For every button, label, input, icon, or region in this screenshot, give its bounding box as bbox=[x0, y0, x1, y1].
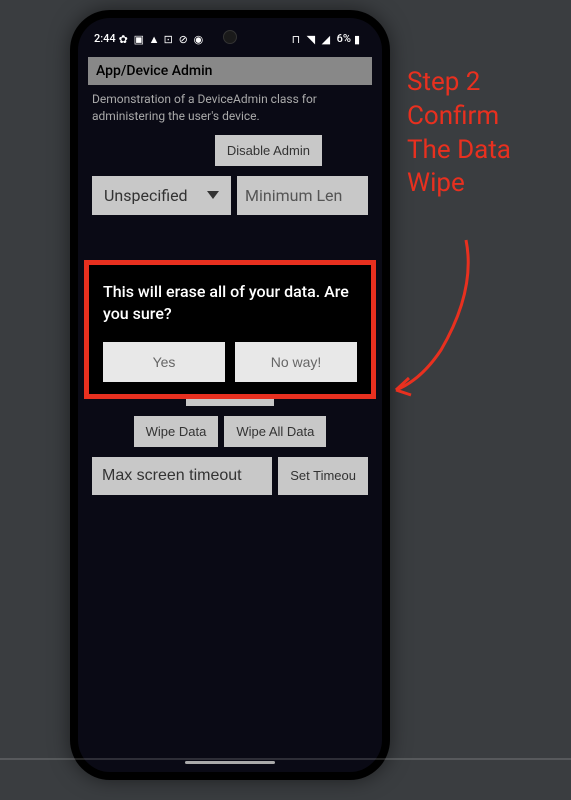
video-progress-line bbox=[0, 758, 571, 760]
annotation-arrow-icon bbox=[381, 230, 481, 410]
page-header: App/Device Admin bbox=[88, 57, 372, 85]
settings-icon: ✿ bbox=[119, 33, 131, 45]
annotation-line-2: Confirm bbox=[407, 100, 567, 134]
battery-percent: 6% bbox=[337, 32, 351, 45]
bluetooth-icon: ⊓ bbox=[292, 33, 304, 45]
shield-icon: ◉ bbox=[194, 33, 206, 45]
dialog-message: This will erase all of your data. Are yo… bbox=[103, 281, 357, 324]
annotation-highlight: This will erase all of your data. Are yo… bbox=[84, 260, 376, 399]
min-length-input[interactable]: Minimum Len bbox=[237, 176, 368, 215]
phone-screen: 2:44 ✿ ▣ ▲ ⊡ ⊘ ◉ ⊓ ◥ ◢ 6% ▮ App/Device A… bbox=[78, 18, 382, 772]
wipe-data-button[interactable]: Wipe Data bbox=[134, 416, 219, 447]
battery-icon: ▮ bbox=[354, 33, 366, 45]
signal-icon: ◢ bbox=[322, 33, 334, 45]
confirm-dialog-overlay: This will erase all of your data. Are yo… bbox=[78, 260, 382, 399]
annotation-text: Step 2 Confirm The Data Wipe bbox=[407, 66, 567, 201]
no-signal-icon: ⊘ bbox=[179, 33, 191, 45]
max-timeout-button[interactable]: Max screen timeout bbox=[92, 457, 272, 495]
wifi-icon: ◥ bbox=[307, 33, 319, 45]
confirm-dialog: This will erase all of your data. Are yo… bbox=[89, 265, 371, 394]
dropdown-value: Unspecified bbox=[104, 186, 188, 205]
phone-frame: 2:44 ✿ ▣ ▲ ⊡ ⊘ ◉ ⊓ ◥ ◢ 6% ▮ App/Device A… bbox=[70, 10, 390, 780]
disable-admin-button[interactable]: Disable Admin bbox=[215, 135, 322, 166]
data-icon: ⊡ bbox=[164, 33, 176, 45]
annotation-line-4: Wipe bbox=[407, 167, 567, 201]
camera-notch bbox=[223, 30, 237, 44]
notification-icon: ▣ bbox=[134, 33, 146, 45]
status-time: 2:44 bbox=[94, 32, 116, 45]
chevron-down-icon bbox=[207, 191, 219, 199]
warning-icon: ▲ bbox=[149, 33, 161, 45]
home-indicator[interactable] bbox=[185, 761, 275, 764]
annotation-line-3: The Data bbox=[407, 134, 567, 168]
annotation-line-1: Step 2 bbox=[407, 66, 567, 100]
dialog-yes-button[interactable]: Yes bbox=[103, 342, 225, 382]
wipe-all-data-button[interactable]: Wipe All Data bbox=[224, 416, 326, 447]
policy-dropdown[interactable]: Unspecified bbox=[92, 176, 231, 215]
set-timeout-button[interactable]: Set Timeou bbox=[278, 457, 368, 495]
page-description: Demonstration of a DeviceAdmin class for… bbox=[88, 91, 372, 135]
dialog-no-button[interactable]: No way! bbox=[235, 342, 357, 382]
